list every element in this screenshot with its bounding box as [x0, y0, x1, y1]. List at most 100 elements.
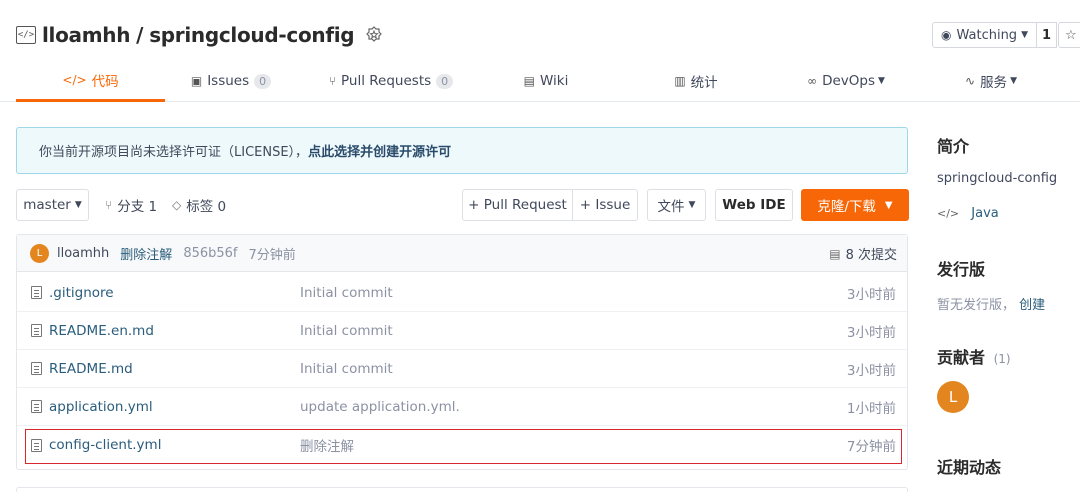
table-row[interactable]: README.md Initial commit 3小时前: [17, 350, 907, 388]
table-row[interactable]: .gitignore Initial commit 3小时前: [17, 274, 907, 312]
create-license-link[interactable]: 点此选择并创建开源许可: [308, 141, 451, 160]
file-commit-time: 3小时前: [846, 324, 896, 341]
tab-pull-requests[interactable]: ⑂ Pull Requests 0: [316, 60, 466, 102]
create-button-group: + Pull Request + Issue: [462, 189, 638, 221]
file-menu-label: 文件: [657, 199, 685, 215]
language-info: </> Java: [937, 206, 999, 221]
repo-name-link[interactable]: springcloud-config: [149, 23, 354, 47]
stats-icon: ▥: [674, 74, 686, 88]
chevron-down-icon: ▼: [878, 76, 885, 86]
create-release-link[interactable]: 创建: [1019, 298, 1045, 313]
watch-control: ◉ Watching ▼ 1: [932, 22, 1058, 48]
file-name-link[interactable]: README.en.md: [49, 323, 154, 339]
branch-select[interactable]: master ▼: [16, 189, 89, 221]
star-button[interactable]: ☆: [1058, 22, 1080, 48]
commit-author-link[interactable]: lloamhh: [57, 246, 109, 261]
repo-tabs: </> 代码 ▣ Issues 0 ⑂ Pull Requests 0 ▤ Wi…: [16, 60, 1080, 102]
devops-icon: ∞: [807, 74, 818, 88]
file-commit-message[interactable]: update application.yml.: [300, 399, 460, 415]
branches-link[interactable]: ⑂ 分支 1: [105, 189, 157, 221]
file-icon: [31, 324, 42, 337]
repo-description: springcloud-config: [937, 171, 1058, 186]
chevron-down-icon: ▼: [74, 200, 82, 210]
repo-code-icon: </>: [16, 26, 36, 44]
avatar[interactable]: L: [30, 243, 49, 263]
file-icon: [31, 362, 42, 375]
recommend-badge-icon[interactable]: [364, 25, 384, 45]
eye-icon: ◉: [941, 28, 952, 42]
tab-label: Issues: [207, 73, 250, 89]
commit-count-label: 8 次提交: [845, 248, 897, 263]
commit-hash-link[interactable]: 856b56f: [183, 246, 237, 261]
branches-label: 分支 1: [117, 199, 158, 215]
issues-icon: ▣: [190, 74, 203, 88]
avatar[interactable]: L: [937, 381, 969, 413]
tags-link[interactable]: ◇ 标签 0: [172, 189, 226, 221]
tab-label: 统计: [690, 75, 718, 91]
star-icon: ☆: [1065, 27, 1077, 43]
commit-time: 7分钟前: [248, 247, 296, 263]
release-empty-text: 暂无发行版，: [937, 298, 1016, 313]
file-commit-time: 3小时前: [846, 286, 896, 303]
tab-label: Wiki: [539, 73, 569, 89]
file-name-link[interactable]: config-client.yml: [49, 437, 161, 453]
file-name-link[interactable]: .gitignore: [49, 285, 114, 301]
file-commit-message[interactable]: Initial commit: [300, 323, 393, 339]
repo-title: </> lloamhh / springcloud-config: [16, 20, 384, 50]
tag-icon: ◇: [172, 198, 182, 212]
file-name-link[interactable]: README.md: [49, 361, 133, 377]
repo-header: </> lloamhh / springcloud-config ◉ Watch…: [0, 0, 1080, 102]
tab-count: 0: [254, 73, 272, 89]
release-heading: 发行版: [937, 260, 986, 279]
license-notice: 你当前开源项目尚未选择许可证（LICENSE）， 点此选择并创建开源许可: [16, 127, 908, 174]
watch-label: Watching: [956, 27, 1018, 43]
tab-issues[interactable]: ▣ Issues 0: [176, 60, 286, 102]
clone-download-button[interactable]: 克隆/下载 ▼: [801, 189, 909, 221]
file-commit-message[interactable]: 删除注解: [300, 435, 354, 455]
file-commit-time: 3小时前: [846, 362, 896, 379]
chevron-down-icon: ▼: [1021, 30, 1028, 40]
contributors-heading: 贡献者 (1): [937, 344, 1011, 368]
file-icon: [31, 400, 42, 413]
license-notice-text: 你当前开源项目尚未选择许可证（LICENSE），: [39, 145, 309, 160]
activity-heading: 近期动态: [937, 458, 1002, 477]
tab-devops[interactable]: ∞ DevOps ▼: [796, 60, 896, 102]
next-panel-edge: [16, 487, 908, 492]
file-name-link[interactable]: application.yml: [49, 399, 153, 415]
language-link[interactable]: Java: [971, 206, 998, 221]
new-pull-request-button[interactable]: + Pull Request: [462, 189, 573, 221]
latest-commit-bar: L lloamhh 删除注解 856b56f 7分钟前 ▤ 8 次提交: [17, 235, 907, 272]
table-row[interactable]: README.en.md Initial commit 3小时前: [17, 312, 907, 350]
tab-count: 0: [436, 73, 454, 89]
file-icon: [31, 286, 42, 299]
file-commit-message[interactable]: Initial commit: [300, 285, 393, 301]
chevron-down-icon: ▼: [688, 200, 696, 210]
file-commit-message[interactable]: Initial commit: [300, 361, 393, 377]
contributors-title: 贡献者: [937, 348, 986, 367]
tab-wiki[interactable]: ▤ Wiki: [506, 60, 586, 102]
commit-history-icon: ▤: [829, 246, 841, 261]
code-icon: </>: [62, 72, 87, 87]
tab-service[interactable]: ∿ 服务 ▼: [956, 60, 1026, 102]
watch-button[interactable]: ◉ Watching ▼: [932, 22, 1037, 48]
file-commit-time: 1小时前: [846, 400, 896, 417]
new-issue-button[interactable]: + Issue: [573, 189, 638, 221]
tab-label: 代码: [91, 73, 119, 90]
web-ide-button[interactable]: Web IDE: [715, 189, 793, 221]
commit-count-link[interactable]: ▤ 8 次提交: [829, 235, 897, 272]
tags-label: 标签 0: [186, 199, 227, 215]
repo-owner-link[interactable]: lloamhh: [42, 23, 130, 47]
contributors-count: (1): [993, 352, 1011, 366]
tab-stats[interactable]: ▥ 统计: [656, 60, 736, 102]
service-icon: ∿: [965, 74, 976, 88]
commit-message-link[interactable]: 删除注解: [120, 244, 172, 263]
branch-icon: ⑂: [105, 198, 113, 212]
chevron-down-icon: ▼: [1010, 76, 1017, 86]
watch-count[interactable]: 1: [1036, 22, 1058, 48]
table-row[interactable]: config-client.yml 删除注解 7分钟前: [17, 426, 907, 464]
table-row[interactable]: application.yml update application.yml. …: [17, 388, 907, 426]
tab-label: DevOps: [822, 73, 875, 89]
tab-code[interactable]: </> 代码: [16, 60, 165, 102]
clone-label: 克隆/下载: [817, 199, 876, 215]
file-menu-button[interactable]: 文件 ▼: [647, 189, 706, 221]
